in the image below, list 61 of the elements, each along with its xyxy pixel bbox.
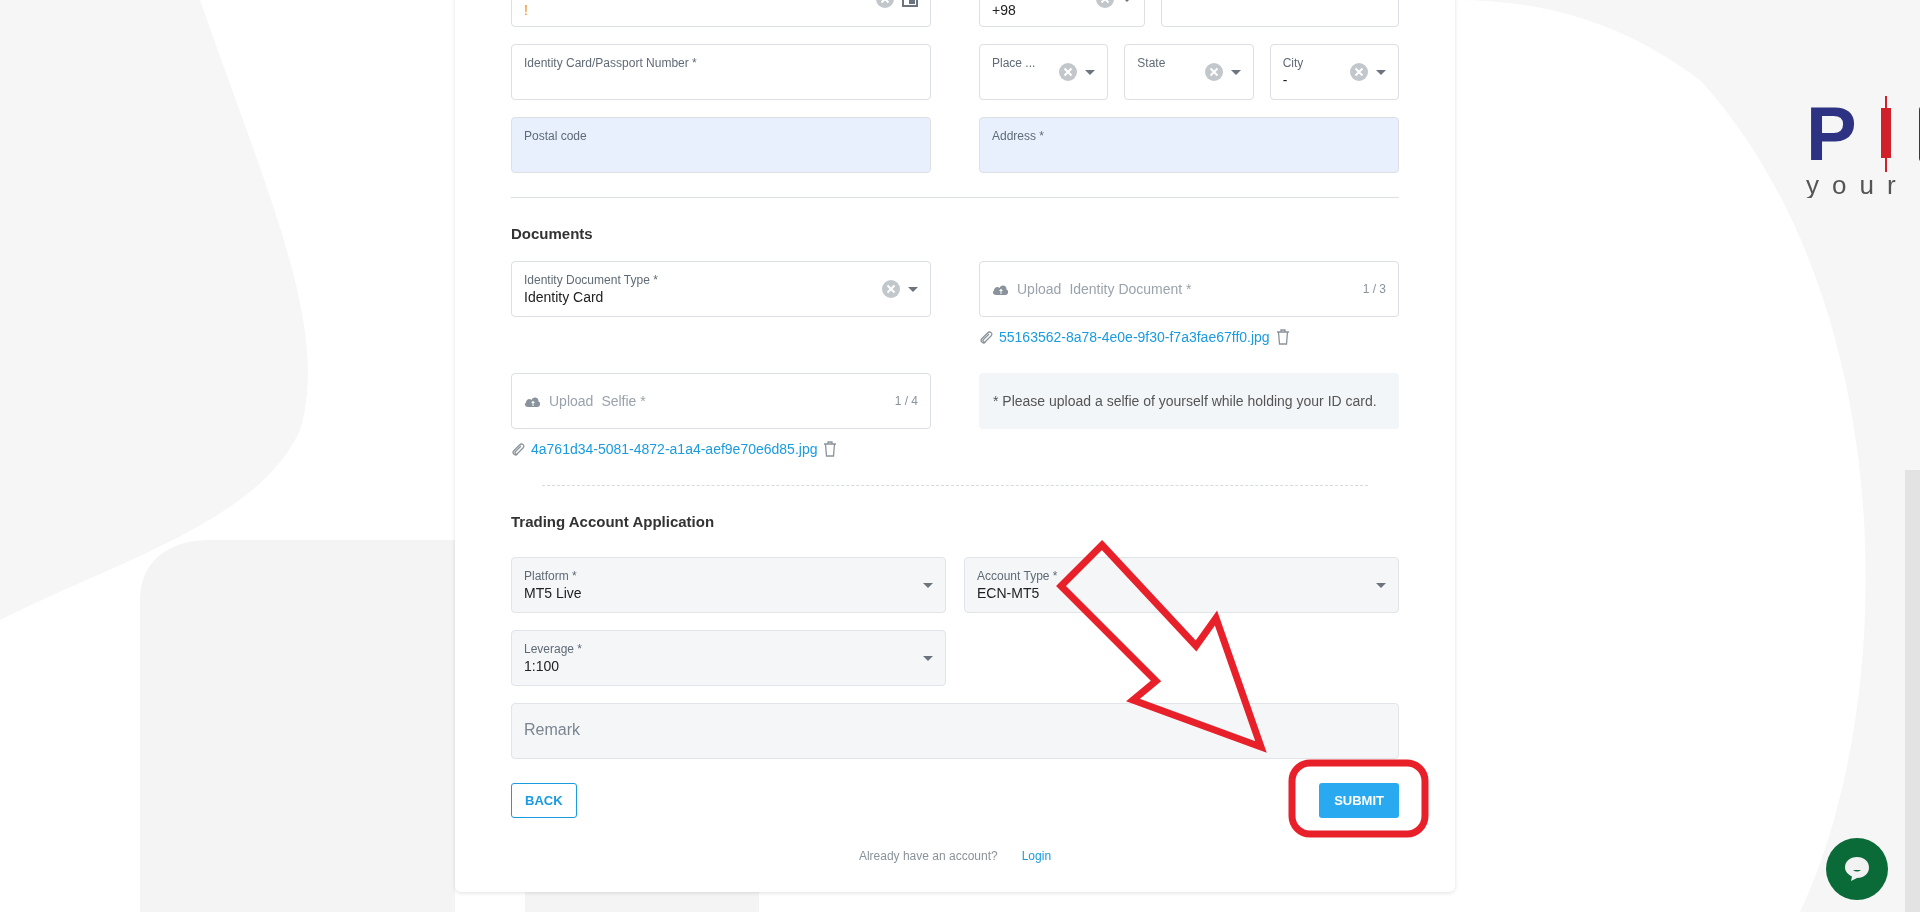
dropdown[interactable]: State [1124, 44, 1254, 100]
dropdown[interactable]: Account Type * ECN-MT5 [964, 557, 1399, 613]
paperclip-icon [979, 329, 993, 345]
back-button[interactable]: BACK [511, 783, 577, 818]
field-value: ! [524, 1, 529, 19]
field-value: 1:100 [524, 656, 561, 675]
field-value: MT5 Live [524, 583, 583, 602]
field-label: Place ... [992, 55, 1037, 71]
caret-icon[interactable] [923, 655, 933, 661]
field-label: Identity Card/Passport Number * [524, 55, 698, 71]
upload-field[interactable]: Upload Identity Document * 1 / 3 [979, 261, 1399, 317]
dropdown[interactable]: Place ... [979, 44, 1109, 100]
section-heading: Trading Account Application [511, 513, 716, 531]
logo-letter: P [1806, 96, 1857, 172]
upload-label: Selfie * [601, 391, 646, 411]
upload-label: Identity Document * [1069, 279, 1192, 299]
text-field[interactable]: Postal code [511, 117, 931, 173]
trash-icon[interactable] [823, 441, 838, 457]
remark-field[interactable]: Remark [511, 703, 1399, 759]
date-field[interactable]: ! [511, 0, 931, 27]
upload-field[interactable]: Upload Selfie * 1 / 4 [511, 373, 931, 429]
account-prompt: Already have an account? [858, 848, 998, 865]
text-field[interactable]: Address * [979, 117, 1399, 173]
file-link[interactable]: 55163562-8a78-4e0e-9f30-f7a3fae67ff0.jpg [999, 326, 1270, 348]
dropdown[interactable]: Platform * MT5 Live [511, 557, 946, 613]
file-link[interactable]: 4a761d34-5081-4872-a1a4-aef9e70e6d85.jpg [531, 438, 818, 460]
field-label: City [1282, 55, 1305, 71]
caret-icon[interactable] [1376, 582, 1386, 588]
info-note: * Please upload a selfie of yourself while holding your ID card. [979, 373, 1399, 429]
field-value: - [1282, 70, 1289, 89]
field-label: Platform * [524, 568, 578, 584]
dropdown[interactable]: Identity Document Type * Identity Card [511, 261, 931, 317]
caret-icon[interactable] [1230, 69, 1241, 75]
field-label: Leverage * [524, 641, 584, 657]
dropdown[interactable]: City - [1269, 44, 1399, 100]
dropdown[interactable]: +98 [979, 0, 1145, 27]
dropdown[interactable]: Leverage * 1:100 [511, 630, 946, 686]
field-value: ECN-MT5 [977, 583, 1041, 602]
upload-count: 1 / 3 [1362, 281, 1386, 298]
trash-icon[interactable] [1275, 329, 1290, 345]
chat-bubble-icon [1843, 855, 1871, 883]
candlestick-icon [1878, 96, 1893, 172]
caret-icon[interactable] [908, 286, 918, 292]
field-label: Account Type * [977, 568, 1059, 584]
paperclip-icon [511, 441, 525, 457]
upload-prompt: Upload [1017, 279, 1062, 299]
field-label: Postal code [524, 128, 588, 144]
submit-button[interactable]: SUBMIT [1319, 783, 1399, 818]
field-value: +98 [992, 1, 1017, 19]
text-field[interactable]: Identity Card/Passport Number * [511, 44, 931, 100]
caret-icon[interactable] [923, 582, 933, 588]
login-link[interactable]: Login [1021, 846, 1052, 866]
caret-icon[interactable] [1085, 69, 1096, 75]
field-value: Identity Card [524, 287, 605, 306]
field-label: Address * [992, 128, 1046, 144]
upload-count: 1 / 4 [894, 393, 918, 410]
field-label: Identity Document Type * [524, 272, 659, 288]
section-heading: Documents [511, 225, 594, 243]
upload-prompt: Upload [549, 391, 594, 411]
field-label: State [1137, 55, 1167, 71]
caret-icon[interactable] [1376, 69, 1386, 75]
